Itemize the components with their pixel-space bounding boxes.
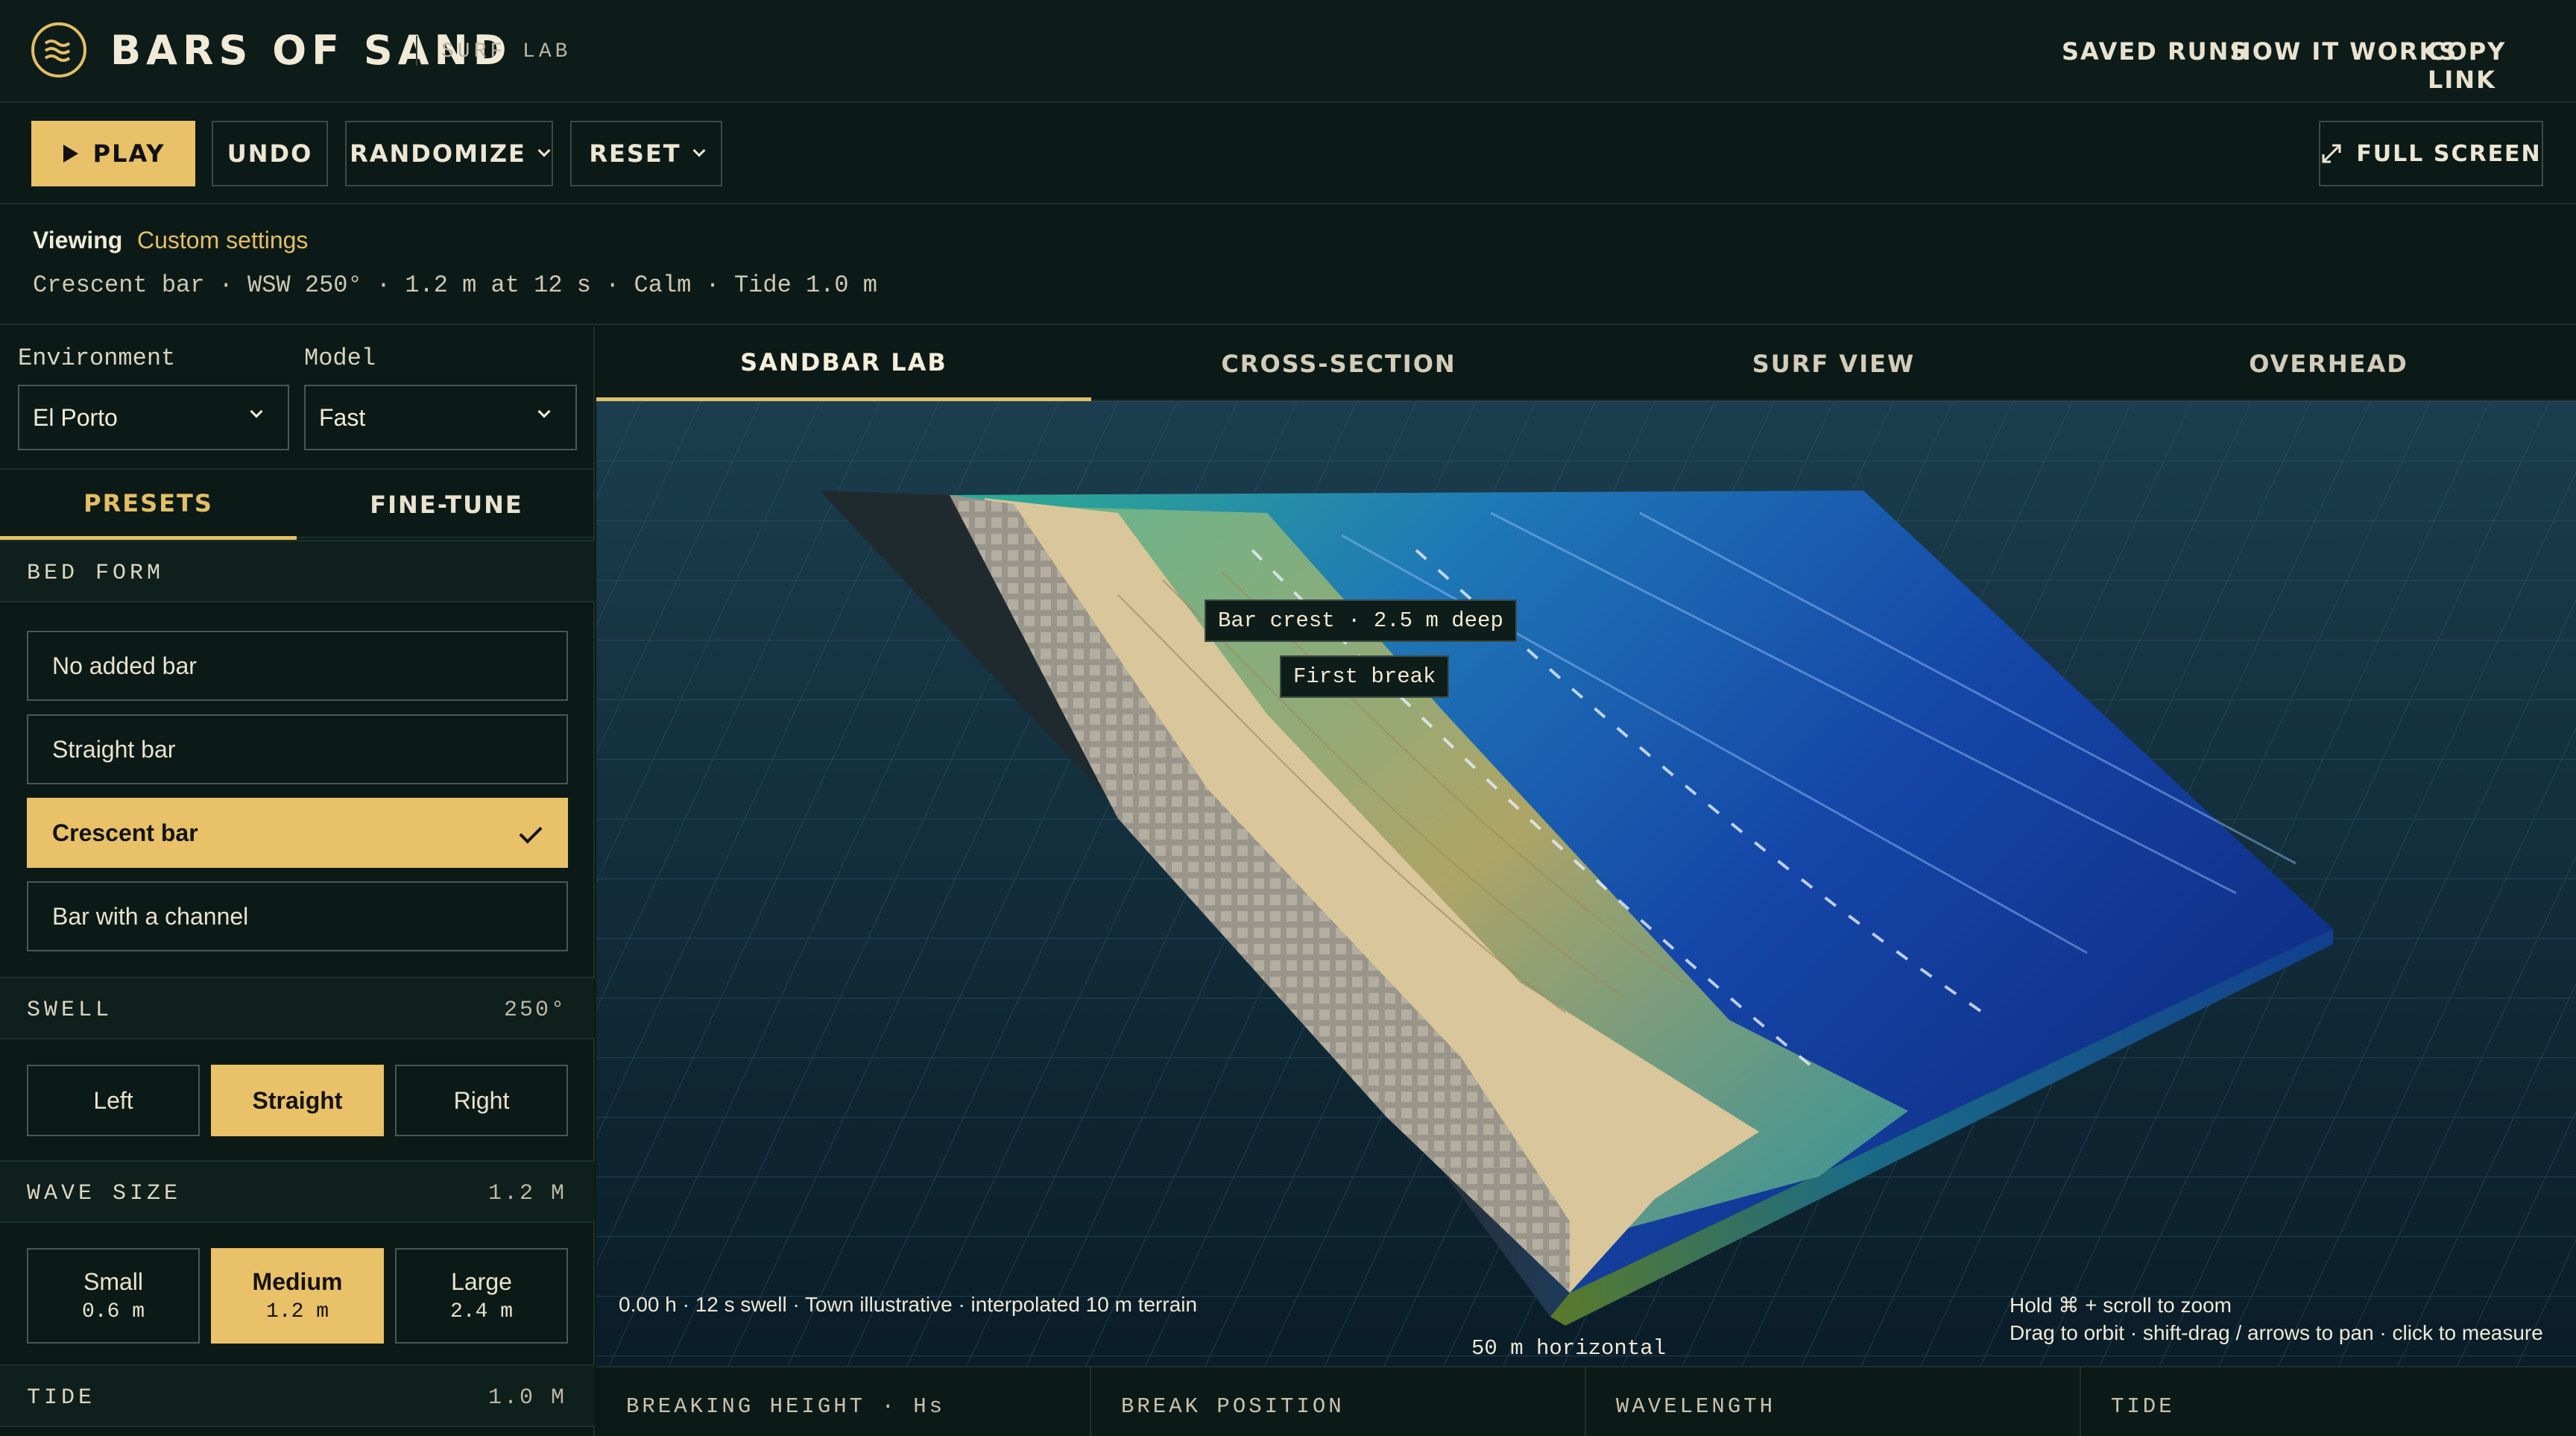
tab-fine-tune[interactable]: FINE-TUNE [298,470,595,540]
navigation-hint: Drag to orbit · shift-drag / arrows to p… [2010,1321,2543,1344]
bed-option-crescent-bar[interactable]: Crescent bar [27,798,568,868]
waves-logo-icon [31,22,86,78]
wave-small-button[interactable]: Small 0.6 m [27,1248,200,1344]
metrics-bar: BREAKING HEIGHT · Hs BREAK POSITION WAVE… [596,1366,2576,1436]
settings-summary: Crescent bar · WSW 250° · 1.2 m at 12 s … [33,271,877,299]
seg-label: Left [93,1086,133,1114]
viewing-label: Viewing [33,227,123,253]
option-label: Bar with a channel [52,902,249,930]
play-button[interactable]: PLAY [31,121,195,186]
play-icon [63,145,78,163]
reset-button[interactable]: RESET [570,121,722,186]
top-bar: BARS OF SAND SURF LAB SAVED RUNS HOW IT … [0,0,2576,103]
sidebar: Environment Model El Porto Fast PRESETS … [0,327,595,1436]
environment-value: El Porto [33,403,118,431]
saved-runs-link[interactable]: SAVED RUNS [2062,37,2248,66]
preset-tabs: PRESETS FINE-TUNE [0,468,595,540]
swell-straight-button[interactable]: Straight [211,1065,384,1136]
reset-label: RESET [589,139,681,168]
wave-size-title: WAVE SIZE [27,1181,182,1206]
tab-cross-section[interactable]: CROSS-SECTION [1091,327,1586,401]
swell-header: SWELL 250° [0,977,595,1039]
viewing-value: Custom settings [137,227,309,253]
metric-label: BREAKING HEIGHT · Hs [626,1394,946,1419]
undo-label: UNDO [227,139,313,168]
checkmark-icon [519,820,543,844]
chevron-down-icon [692,144,706,157]
tide-header: TIDE 1.0 M [0,1364,595,1427]
bed-option-no-added-bar[interactable]: No added bar [27,631,568,701]
model-value: Fast [319,403,366,431]
play-label: PLAY [92,139,165,168]
how-it-works-link[interactable]: HOW IT WORKS [2231,37,2457,66]
swell-right-button[interactable]: Right [395,1065,568,1136]
swell-left-button[interactable]: Left [27,1065,200,1136]
first-break-tooltip: First break [1280,655,1450,698]
tab-presets[interactable]: PRESETS [0,470,297,540]
terrain-canvas[interactable]: Bar crest · 2.5 m deep First break 0.00 … [596,401,2576,1366]
copy-link-link[interactable]: COPY LINK [2428,37,2576,94]
viewing-bar: Viewing Custom settings Crescent bar · W… [0,206,2576,325]
model-select[interactable]: Fast [304,385,577,450]
scale-label: 50 m horizontal [1471,1336,1667,1361]
swell-title: SWELL [27,998,113,1023]
toolbar: PLAY UNDO RANDOMIZE RESET FULL SCREEN [0,104,2576,204]
wave-medium-button[interactable]: Medium 1.2 m [211,1248,384,1344]
divider [416,36,417,66]
metric-label: TIDE [2111,1394,2175,1419]
metric-label: BREAK POSITION [1121,1394,1345,1419]
tab-surf-view[interactable]: SURF VIEW [1586,327,2081,401]
tide-value: 1.0 M [487,1385,566,1411]
metric-label: WAVELENGTH [1616,1394,1776,1419]
swell-value: 250° [503,998,566,1023]
seg-label: Right [453,1086,510,1114]
seg-label: Large [451,1268,512,1295]
bed-option-straight-bar[interactable]: Straight bar [27,714,568,784]
full-screen-label: FULL SCREEN [2356,140,2542,167]
seg-label: Medium [252,1268,343,1295]
seg-label: Straight [252,1086,343,1114]
option-label: Crescent bar [52,819,198,846]
model-label: Model [304,344,376,372]
chevron-down-icon [537,144,551,157]
option-label: No added bar [52,652,197,679]
wave-size-header: WAVE SIZE 1.2 M [0,1160,595,1223]
expand-icon [2322,144,2341,163]
environment-label: Environment [18,344,176,372]
metric-tide: TIDE [2081,1367,2576,1436]
terrain-render [596,401,2576,1366]
wave-large-button[interactable]: Large 2.4 m [395,1248,568,1344]
randomize-label: RANDOMIZE [350,139,526,168]
seg-label: Small [83,1268,143,1295]
chevron-down-icon [537,405,551,418]
tab-sandbar-lab[interactable]: SANDBAR LAB [596,327,1091,401]
chevron-down-icon [250,405,263,418]
environment-select[interactable]: El Porto [18,385,289,450]
bed-form-header: BED FORM [0,540,595,602]
wave-size-value: 1.2 M [487,1181,566,1206]
randomize-button[interactable]: RANDOMIZE [345,121,553,186]
metric-wavelength: WAVELENGTH [1586,1367,2081,1436]
tab-overhead[interactable]: OVERHEAD [2081,327,2576,401]
undo-button[interactable]: UNDO [212,121,328,186]
app-subtitle: SURF LAB [441,40,572,63]
metric-break-position: BREAK POSITION [1091,1367,1586,1436]
seg-sublabel: 0.6 m [81,1300,145,1323]
view-tabs: SANDBAR LAB CROSS-SECTION SURF VIEW OVER… [596,327,2576,401]
bar-crest-tooltip: Bar crest · 2.5 m deep [1205,599,1517,642]
bed-form-title: BED FORM [27,561,165,586]
full-screen-button[interactable]: FULL SCREEN [2319,121,2543,186]
seg-sublabel: 1.2 m [265,1300,329,1323]
seg-sublabel: 2.4 m [449,1300,513,1323]
main-view: SANDBAR LAB CROSS-SECTION SURF VIEW OVER… [596,327,2576,1436]
simulation-status: 0.00 h · 12 s swell · Town illustrative … [619,1293,1198,1316]
option-label: Straight bar [52,735,176,763]
zoom-hint: Hold ⌘ + scroll to zoom [2010,1294,2232,1317]
tide-title: TIDE [27,1385,96,1411]
bed-option-bar-with-channel[interactable]: Bar with a channel [27,881,568,951]
metric-breaking-height: BREAKING HEIGHT · Hs [596,1367,1091,1436]
